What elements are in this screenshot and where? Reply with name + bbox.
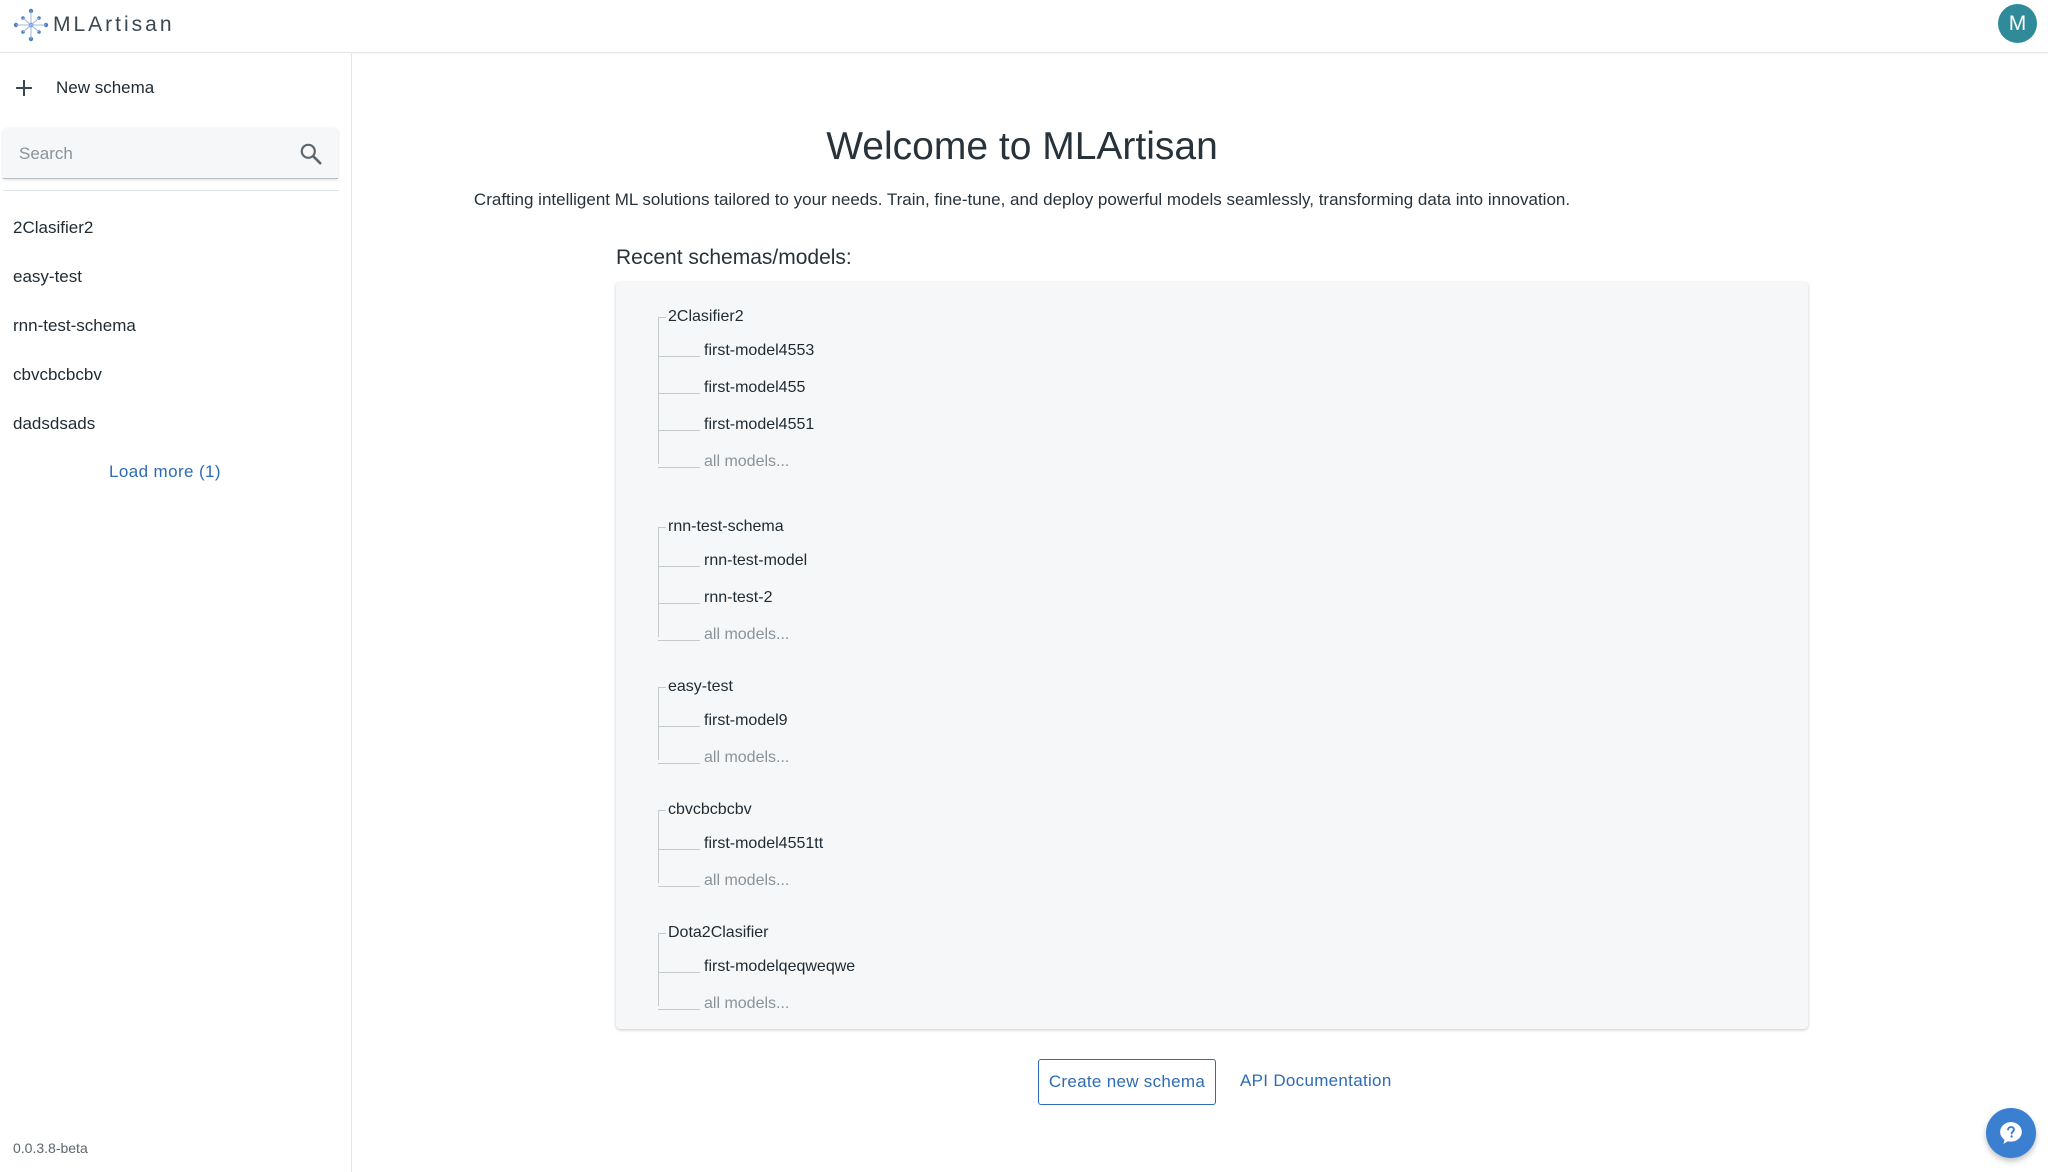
tree-all-models-link[interactable]: all models...	[658, 739, 1240, 776]
tree-children: first-modelqeqweqwe all models...	[658, 934, 1240, 1022]
new-schema-button[interactable]: New schema	[14, 73, 154, 103]
logo-icon	[13, 8, 49, 42]
tree-model-node[interactable]: first-model4553	[658, 332, 1240, 369]
sidebar-item-cbvcbcbcbv[interactable]: cbvcbcbcbv	[0, 350, 351, 399]
tree-model-node[interactable]: rnn-test-2	[658, 579, 1240, 616]
recent-heading: Recent schemas/models:	[616, 246, 852, 269]
tree-model-node[interactable]: first-model455	[658, 369, 1240, 406]
help-icon	[2000, 1122, 2022, 1144]
tree-schema-node[interactable]: cbvcbcbcbv	[640, 795, 1240, 825]
tree-group: easy-test first-model9 all models...	[640, 672, 1240, 776]
app-logo[interactable]: MLArtisan	[13, 8, 175, 42]
tree-all-models-link[interactable]: all models...	[658, 443, 1240, 480]
tree-group: 2Clasifier2 first-model4553 first-model4…	[640, 302, 1240, 480]
tree-schema-node[interactable]: rnn-test-schema	[640, 512, 1240, 542]
load-more-button[interactable]: Load more (1)	[0, 462, 330, 482]
tree-model-node[interactable]: first-modelqeqweqwe	[658, 948, 1240, 985]
tree-children: first-model4551tt all models...	[658, 811, 1240, 899]
tree-model-node[interactable]: first-model4551	[658, 406, 1240, 443]
sidebar-item-2clasifier2[interactable]: 2Clasifier2	[0, 203, 351, 252]
user-avatar[interactable]: M	[1998, 4, 2037, 43]
create-new-schema-button[interactable]: Create new schema	[1038, 1059, 1216, 1105]
tree-all-models-link[interactable]: all models...	[658, 985, 1240, 1022]
tree-all-models-link[interactable]: all models...	[658, 862, 1240, 899]
page-title: Welcome to MLArtisan	[826, 125, 1218, 168]
tree-all-models-link[interactable]: all models...	[658, 616, 1240, 653]
help-button[interactable]	[1986, 1108, 2036, 1158]
sidebar: New schema 2Clasifier2 easy-test rnn-tes…	[0, 53, 352, 1172]
recent-tree-card: 2Clasifier2 first-model4553 first-model4…	[616, 282, 1808, 1029]
top-app-bar: MLArtisan M	[0, 0, 2048, 53]
tree-children: rnn-test-model rnn-test-2 all models...	[658, 528, 1240, 653]
sidebar-item-dadsdsads[interactable]: dadsdsads	[0, 399, 351, 448]
tree-schema-node[interactable]: easy-test	[640, 672, 1240, 702]
tree-group: cbvcbcbcbv first-model4551tt all models.…	[640, 795, 1240, 899]
sidebar-item-rnn-test-schema[interactable]: rnn-test-schema	[0, 301, 351, 350]
new-schema-label: New schema	[56, 78, 155, 97]
tree-children: first-model9 all models...	[658, 688, 1240, 776]
sidebar-item-easy-test[interactable]: easy-test	[0, 252, 351, 301]
api-documentation-link[interactable]: API Documentation	[1240, 1071, 1392, 1091]
tree-schema-node[interactable]: 2Clasifier2	[640, 302, 1240, 332]
tree-model-node[interactable]: first-model9	[658, 702, 1240, 739]
tree-group: rnn-test-schema rnn-test-model rnn-test-…	[640, 512, 1240, 653]
version-label: 0.0.3.8-beta	[13, 1140, 88, 1156]
schema-list: 2Clasifier2 easy-test rnn-test-schema cb…	[0, 203, 351, 448]
page-subtitle: Crafting intelligent ML solutions tailor…	[473, 190, 1571, 209]
tree-schema-node[interactable]: Dota2Clasifier	[640, 918, 1240, 948]
plus-icon	[14, 78, 34, 98]
logo-text: MLArtisan	[53, 13, 175, 36]
tree-model-node[interactable]: rnn-test-model	[658, 542, 1240, 579]
tree-group: Dota2Clasifier first-modelqeqweqwe all m…	[640, 918, 1240, 1022]
tree-model-node[interactable]: first-model4551tt	[658, 825, 1240, 862]
tree-children: first-model4553 first-model455 first-mod…	[658, 318, 1240, 480]
